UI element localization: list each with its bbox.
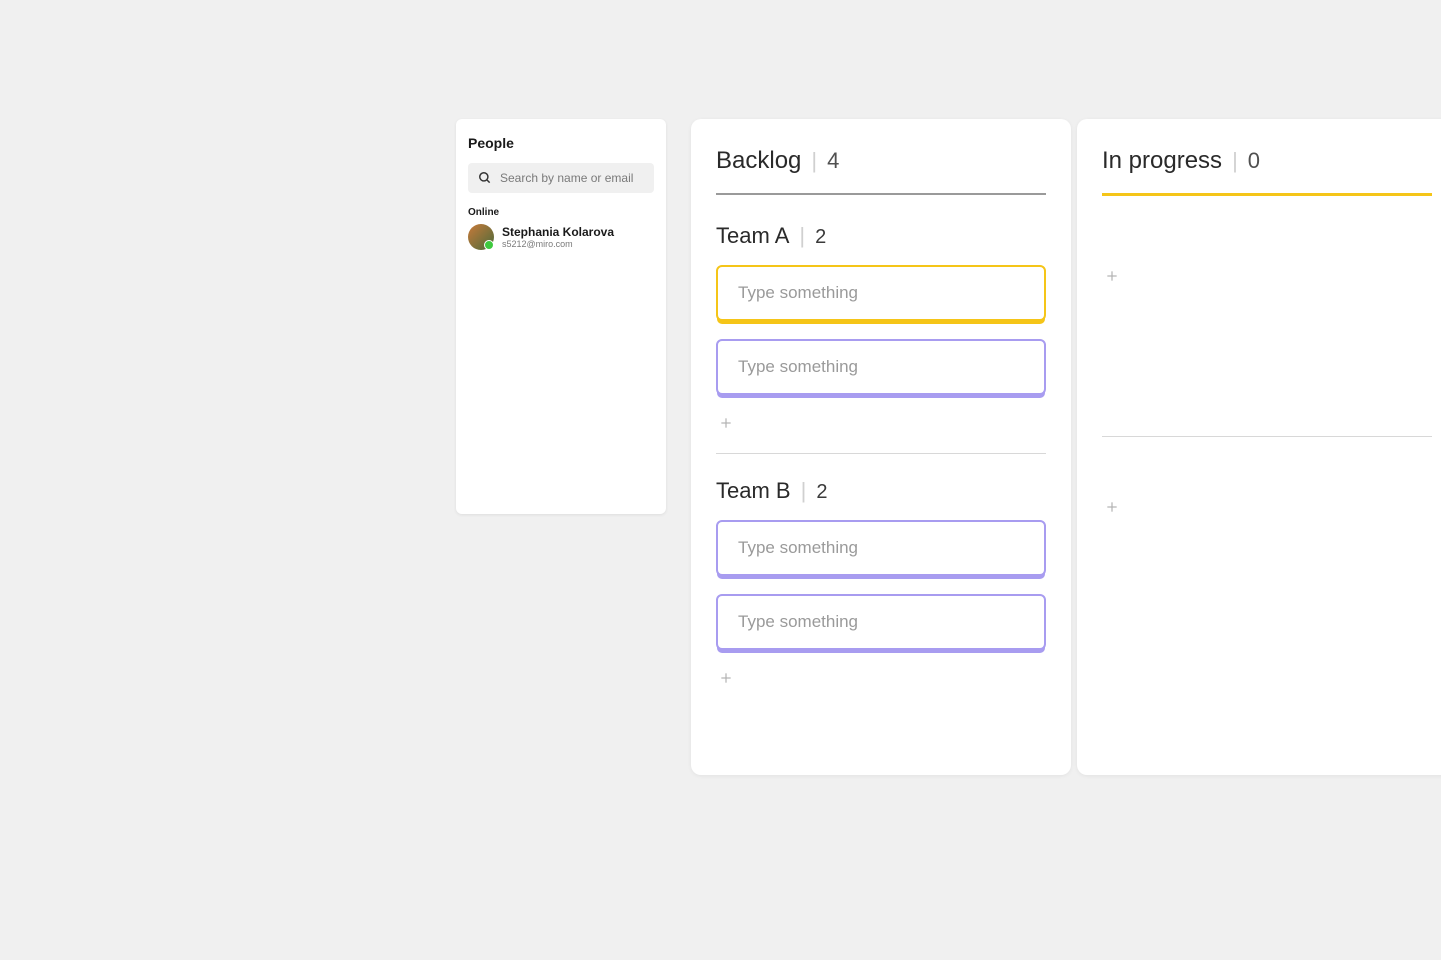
column-inprogress: In progress | 0: [1077, 119, 1441, 775]
person-row[interactable]: Stephania Kolarova s5212@miro.com: [468, 224, 654, 250]
column-header-rule: [1102, 193, 1432, 196]
divider-pipe: |: [1232, 148, 1238, 174]
card[interactable]: Type something: [716, 594, 1046, 650]
add-card-button[interactable]: [1102, 266, 1122, 286]
card[interactable]: Type something: [716, 265, 1046, 321]
avatar: [468, 224, 494, 250]
plus-icon: [1105, 500, 1119, 514]
card[interactable]: Type something: [716, 339, 1046, 395]
divider-pipe: |: [801, 478, 807, 504]
card[interactable]: Type something: [716, 520, 1046, 576]
plus-icon: [719, 416, 733, 430]
column-header: Backlog | 4: [716, 147, 1046, 175]
swimlane-count: 2: [815, 226, 826, 249]
search-input[interactable]: [500, 171, 644, 185]
people-panel-title: People: [468, 135, 654, 151]
online-section-label: Online: [468, 207, 654, 218]
card-placeholder: Type something: [738, 283, 858, 302]
swimlane-divider: [1102, 436, 1432, 437]
swimlane-count: 2: [816, 481, 827, 504]
plus-icon: [719, 671, 733, 685]
add-card-button[interactable]: [716, 668, 736, 688]
swimlane-title: Team A: [716, 223, 789, 249]
person-email: s5212@miro.com: [502, 239, 614, 249]
plus-icon: [1105, 269, 1119, 283]
add-card-button[interactable]: [1102, 497, 1122, 517]
column-count: 0: [1248, 148, 1260, 174]
swimlane-header-team-b: Team B | 2: [716, 478, 1046, 504]
search-icon: [478, 171, 492, 185]
column-count: 4: [827, 148, 839, 174]
people-panel: People Online Stephania Kolarova s5212@m…: [456, 119, 666, 514]
column-backlog: Backlog | 4 Team A | 2 Type something Ty…: [691, 119, 1071, 775]
divider-pipe: |: [799, 223, 805, 249]
column-title: In progress: [1102, 147, 1222, 175]
swimlane-divider: [716, 453, 1046, 454]
search-container[interactable]: [468, 163, 654, 193]
swimlane-header-team-a: Team A | 2: [716, 223, 1046, 249]
column-header: In progress | 0: [1102, 147, 1432, 175]
column-header-rule: [716, 193, 1046, 195]
card-placeholder: Type something: [738, 538, 858, 557]
person-info: Stephania Kolarova s5212@miro.com: [502, 225, 614, 249]
person-name: Stephania Kolarova: [502, 225, 614, 239]
swimlane-title: Team B: [716, 478, 791, 504]
card-placeholder: Type something: [738, 612, 858, 631]
add-card-button[interactable]: [716, 413, 736, 433]
divider-pipe: |: [811, 148, 817, 174]
column-title: Backlog: [716, 147, 801, 175]
card-placeholder: Type something: [738, 357, 858, 376]
